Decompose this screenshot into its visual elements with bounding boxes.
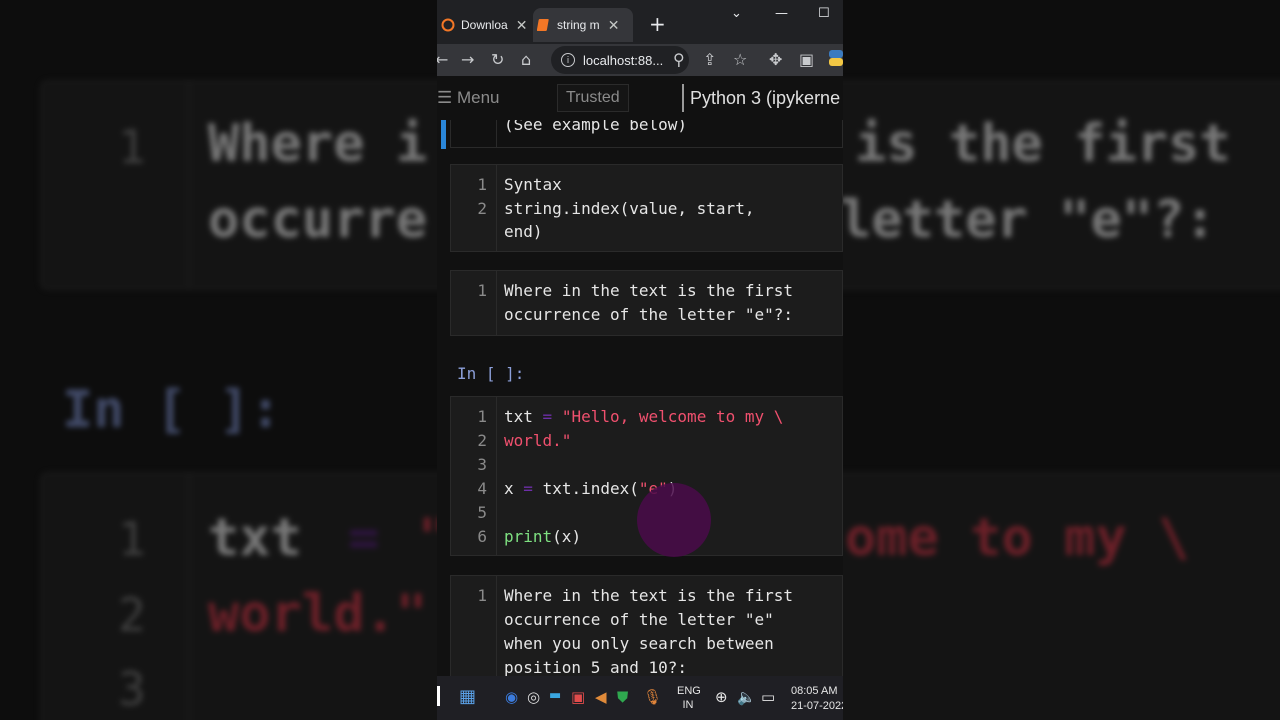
selected-cell-indicator: [441, 120, 446, 149]
hamburger-icon: ☰: [437, 88, 453, 107]
background-line-number: 2: [118, 588, 146, 642]
line-number: 1: [477, 407, 487, 426]
background-text: ome to my \: [845, 508, 1190, 568]
cell-text: (See example below): [504, 120, 688, 134]
shield-icon[interactable]: ⛊: [617, 688, 628, 706]
background-text: occurre: [208, 190, 428, 250]
tab-label: string m: [557, 18, 600, 32]
info-icon[interactable]: i: [561, 53, 575, 67]
line-number: 6: [477, 527, 487, 546]
line-number: 4: [477, 479, 487, 498]
tab-strip: Downloa ✕ string m ✕ + ⌄ — ☐: [437, 0, 843, 44]
minimize-button[interactable]: —: [775, 6, 788, 21]
line-number: 1: [477, 586, 487, 605]
line-number: 2: [477, 199, 487, 218]
reload-icon[interactable]: ↻: [491, 50, 504, 69]
monitor-icon[interactable]: ▬: [549, 688, 561, 703]
code-line-2: world.": [504, 431, 572, 450]
forward-icon[interactable]: →: [461, 50, 474, 69]
back-icon[interactable]: ←: [437, 50, 448, 69]
notebook-icon: [536, 18, 551, 32]
browser-toolbar: ← → ↻ ⌂ i localhost:88... ⚲ ⇪ ☆ ✥ ▣: [437, 44, 843, 76]
url-text: localhost:88...: [583, 52, 664, 68]
input-prompt: In [ ]:: [457, 364, 525, 383]
file-explorer-icon[interactable]: ▦: [459, 686, 476, 707]
cell-text: Where in the text is the first: [504, 281, 793, 300]
share-icon[interactable]: ⇪: [703, 50, 716, 69]
cell-text: occurrence of the letter "e"?:: [504, 305, 793, 324]
sidepanel-icon[interactable]: ▣: [799, 50, 814, 69]
vscode-icon[interactable]: ▣: [571, 688, 585, 706]
background-text: =: [348, 508, 380, 568]
mouse-cursor-highlight: [637, 483, 711, 557]
background-text: letter "e"?:: [840, 190, 1216, 250]
cell-text: string.index(value, start,: [504, 199, 755, 218]
background-text: world.": [208, 584, 428, 644]
language-indicator[interactable]: ENG IN: [677, 684, 701, 712]
background-line-number: 3: [118, 662, 146, 716]
cell-text: position 5 and 10?:: [504, 658, 688, 676]
close-icon[interactable]: ✕: [608, 17, 620, 34]
cell-text: occurrence of the letter "e": [504, 610, 774, 629]
tab-downloads[interactable]: Downloa ✕: [437, 8, 529, 42]
new-tab-button[interactable]: +: [649, 12, 666, 36]
tab-label: Downloa: [461, 18, 508, 32]
zoom-icon[interactable]: ⚲: [673, 50, 685, 69]
tab-string-methods[interactable]: string m ✕: [533, 8, 633, 42]
globe-icon[interactable]: ⊕: [715, 688, 728, 706]
line-number: 1: [477, 175, 487, 194]
address-bar[interactable]: i localhost:88...: [551, 46, 689, 74]
markdown-cell[interactable]: (See example below): [441, 120, 843, 149]
line-number: 3: [477, 455, 487, 474]
clock[interactable]: 08:05 AM 21-07-2022: [791, 684, 843, 714]
speaker-tray-icon[interactable]: ◀: [595, 688, 607, 706]
battery-icon[interactable]: ▭: [761, 688, 775, 706]
star-icon[interactable]: ☆: [733, 50, 747, 69]
notebook-area[interactable]: (See example below) 1 2 Syntax string.in…: [437, 120, 843, 676]
background-line-number: 1: [118, 120, 146, 174]
cell-text: Where in the text is the first: [504, 586, 793, 605]
obs-icon[interactable]: ◎: [527, 688, 540, 706]
cell-text: when you only search between: [504, 634, 774, 653]
background-text: is the first: [855, 114, 1231, 174]
background-text: txt: [208, 508, 302, 568]
menu-button[interactable]: ☰ Menu: [437, 88, 500, 108]
line-number: 2: [477, 431, 487, 450]
chevron-down-icon[interactable]: ⌄: [731, 6, 742, 21]
jupyter-icon: [441, 18, 455, 32]
close-icon[interactable]: ✕: [516, 17, 528, 34]
background-line-number: 1: [118, 512, 146, 566]
markdown-cell-question[interactable]: 1 Where in the text is the first occurre…: [450, 270, 843, 336]
windows-taskbar: ▦ ◉ ◎ ▬ ▣ ◀ ⛊ 🎙 ENG IN ⊕ 🔈 ▭ 08:05 AM 21…: [437, 676, 843, 720]
edge-icon[interactable]: ◉: [505, 688, 518, 706]
maximize-button[interactable]: ☐: [818, 6, 830, 21]
home-icon[interactable]: ⌂: [521, 50, 531, 69]
background-text: Where i: [208, 114, 428, 174]
microphone-icon[interactable]: 🎙: [643, 688, 662, 706]
markdown-cell-syntax[interactable]: 1 2 Syntax string.index(value, start, en…: [450, 164, 843, 252]
line-number: 1: [477, 281, 487, 300]
markdown-cell-question-2[interactable]: 1 Where in the text is the first occurre…: [450, 575, 843, 676]
jupyter-header: ☰ Menu Trusted Python 3 (ipykerne: [437, 76, 843, 120]
line-number: 5: [477, 503, 487, 522]
cell-text: Syntax: [504, 175, 562, 194]
cell-text: end): [504, 222, 543, 241]
start-icon[interactable]: [437, 686, 440, 706]
python-extension-icon[interactable]: [827, 48, 843, 72]
background-prompt: In [ ]:: [62, 380, 282, 440]
extensions-icon[interactable]: ✥: [769, 50, 782, 69]
code-line-6: print(x): [504, 527, 582, 546]
code-line-1: txt = "Hello, welcome to my \: [504, 407, 784, 426]
volume-icon[interactable]: 🔈: [737, 688, 756, 706]
kernel-indicator[interactable]: Python 3 (ipykerne: [682, 84, 840, 112]
browser-window: Downloa ✕ string m ✕ + ⌄ — ☐ ← → ↻ ⌂ i l…: [437, 0, 843, 720]
trusted-indicator[interactable]: Trusted: [557, 84, 629, 112]
